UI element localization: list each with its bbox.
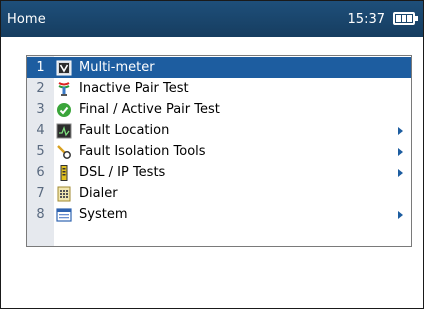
menu-item-dsl-ip-tests[interactable]: 6 DSL / IP Tests <box>27 162 411 183</box>
menu-item-label: Fault Location <box>79 123 170 138</box>
dsl-modem-icon <box>56 164 72 181</box>
menu-item-number: 5 <box>36 144 45 159</box>
menu-item-fault-location[interactable]: 4 Fault Location <box>27 120 411 141</box>
menu-item-number: 6 <box>36 165 45 180</box>
menu-item-fault-isolation-tools[interactable]: 5 Fault Isolation Tools <box>27 141 411 162</box>
menu-item-final-active-pair-test[interactable]: 3 Final / Active Pair Test <box>27 99 411 120</box>
check-circle-icon <box>56 102 72 118</box>
keypad-icon <box>56 186 72 202</box>
menu-item-label: DSL / IP Tests <box>79 165 166 180</box>
menu-item-number: 2 <box>36 81 45 96</box>
waveform-icon <box>56 123 72 139</box>
submenu-arrow-icon <box>398 210 403 219</box>
clock: 15:37 <box>347 12 385 27</box>
probe-icon <box>56 144 72 160</box>
menu-item-inactive-pair-test[interactable]: 2 Inactive Pair Test <box>27 78 411 99</box>
menu-item-number: 3 <box>36 102 45 117</box>
system-window-icon <box>56 207 72 223</box>
menu-item-number: 7 <box>36 186 45 201</box>
home-menu: 1 Multi-meter 2 Inactive Pair Test 3 Fin… <box>26 55 412 247</box>
menu-item-label: Dialer <box>79 186 118 201</box>
device-screen: Home 15:37 1 Multi-meter 2 Inactive Pair… <box>0 0 424 309</box>
menu-item-label: Inactive Pair Test <box>79 81 189 96</box>
menu-item-system[interactable]: 8 System <box>27 204 411 225</box>
menu-item-label: Fault Isolation Tools <box>79 144 206 159</box>
menu-item-multi-meter[interactable]: 1 Multi-meter <box>27 57 411 78</box>
submenu-arrow-icon <box>398 147 403 156</box>
submenu-arrow-icon <box>398 126 403 135</box>
screen-title: Home <box>7 12 46 27</box>
pair-test-icon <box>56 81 72 97</box>
menu-item-number: 8 <box>36 207 45 222</box>
menu-item-number: 1 <box>36 60 45 75</box>
menu-item-number: 4 <box>36 123 45 138</box>
menu-item-label: Final / Active Pair Test <box>79 102 220 117</box>
menu-item-label: System <box>79 207 128 222</box>
submenu-arrow-icon <box>398 168 403 177</box>
multimeter-icon <box>56 60 72 76</box>
menu-item-label: Multi-meter <box>79 60 155 75</box>
title-bar: Home 15:37 <box>1 1 423 37</box>
battery-full-icon <box>393 12 418 25</box>
menu-item-dialer[interactable]: 7 Dialer <box>27 183 411 204</box>
